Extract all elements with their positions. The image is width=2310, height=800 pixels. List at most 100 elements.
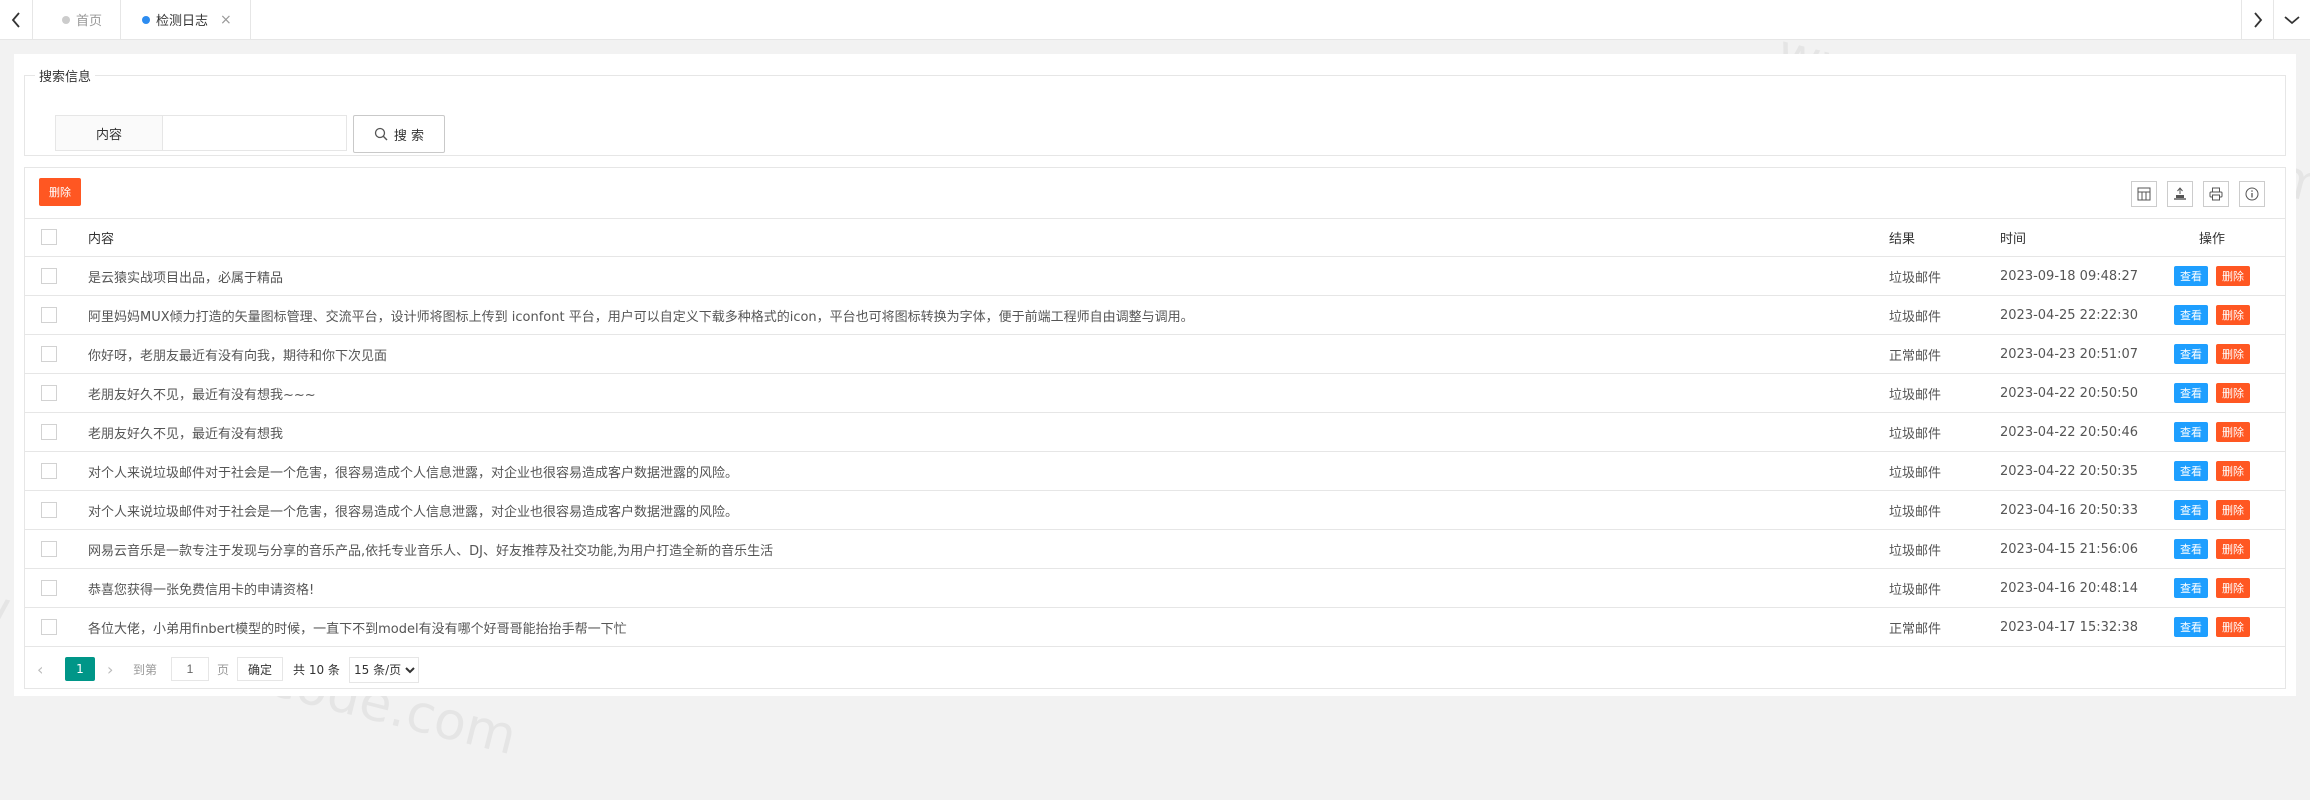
delete-button[interactable]: 删除 (2216, 461, 2250, 481)
table-row: 是云猿实战项目出品，必属于精品 垃圾邮件 2023-09-18 09:48:27 查看… (25, 257, 2285, 296)
row-checkbox[interactable] (41, 424, 57, 440)
delete-button[interactable]: 删除 (2216, 617, 2250, 637)
total-count: 共 10 条 (293, 662, 340, 677)
view-button[interactable]: 查看 (2174, 578, 2208, 598)
delete-button[interactable]: 删除 (2216, 539, 2250, 559)
delete-button[interactable]: 删除 (2216, 344, 2250, 364)
row-checkbox[interactable] (41, 307, 57, 323)
search-button-label: 搜 索 (393, 128, 425, 144)
row-result: 垃圾邮件 (1889, 270, 1942, 286)
row-time: 2023-04-22 20:50:35 (2000, 463, 2139, 479)
pagination: ‹ 1 › 到第 页 确定 共 10 条 15 条/页 (25, 646, 2285, 688)
row-time: 2023-04-23 20:51:07 (2000, 346, 2139, 362)
table-row: 对个人来说垃圾邮件对于社会是一个危害，很容易造成个人信息泄露，对企业也很容易造成… (25, 491, 2285, 530)
row-time: 2023-09-18 09:48:27 (2000, 268, 2139, 284)
view-button[interactable]: 查看 (2174, 305, 2208, 325)
row-result: 垃圾邮件 (1889, 582, 1942, 598)
view-button[interactable]: 查看 (2174, 539, 2208, 559)
view-button[interactable]: 查看 (2174, 383, 2208, 403)
table-row: 老朋友好久不见，最近有没有想我~~~ 垃圾邮件 2023-04-22 20:50:5… (25, 374, 2285, 413)
view-button[interactable]: 查看 (2174, 500, 2208, 520)
row-checkbox[interactable] (41, 268, 57, 284)
tab-home[interactable]: 首页 (48, 0, 122, 39)
row-result: 垃圾邮件 (1889, 309, 1942, 325)
row-content: 对个人来说垃圾邮件对于社会是一个危害，很容易造成个人信息泄露，对企业也很容易造成… (88, 504, 739, 520)
row-time: 2023-04-17 15:32:38 (2000, 619, 2139, 635)
view-button[interactable]: 查看 (2174, 422, 2208, 442)
batch-delete-button[interactable]: 删除 (39, 178, 81, 206)
table-row: 网易云音乐是一款专注于发现与分享的音乐产品,依托专业音乐人、DJ、好友推荐及社交… (25, 530, 2285, 569)
chevron-right-icon[interactable] (2241, 0, 2274, 39)
view-button[interactable]: 查看 (2174, 266, 2208, 286)
delete-button[interactable]: 删除 (2216, 305, 2250, 325)
view-button[interactable]: 查看 (2174, 617, 2208, 637)
select-all-checkbox[interactable] (41, 229, 57, 245)
row-content: 阿里妈妈MUX倾力打造的矢量图标管理、交流平台，设计师将图标上传到 iconfo… (88, 309, 1194, 325)
info-icon[interactable] (2239, 181, 2265, 207)
prev-page-icon[interactable]: ‹ (37, 657, 43, 681)
row-content: 恭喜您获得一张免费信用卡的申请资格! (88, 582, 315, 598)
main-panel: 搜索信息 内容 搜 索 删除 内容 结果 时间 操作 是云猿实战项目出品，必属于… (14, 54, 2296, 696)
row-time: 2023-04-25 22:22:30 (2000, 307, 2139, 323)
print-icon[interactable] (2203, 181, 2229, 207)
row-content: 网易云音乐是一款专注于发现与分享的音乐产品,依托专业音乐人、DJ、好友推荐及社交… (88, 543, 774, 559)
export-icon[interactable] (2167, 181, 2193, 207)
page-number-input[interactable] (171, 657, 209, 681)
delete-button[interactable]: 删除 (2216, 383, 2250, 403)
header-ops: 操作 (2198, 231, 2225, 247)
row-checkbox[interactable] (41, 346, 57, 362)
delete-button[interactable]: 删除 (2216, 500, 2250, 520)
row-result: 垃圾邮件 (1889, 387, 1942, 403)
delete-button[interactable]: 删除 (2216, 266, 2250, 286)
view-button[interactable]: 查看 (2174, 461, 2208, 481)
table-row: 老朋友好久不见，最近有没有想我 垃圾邮件 2023-04-22 20:50:46 查看… (25, 413, 2285, 452)
row-checkbox[interactable] (41, 619, 57, 635)
row-time: 2023-04-22 20:50:46 (2000, 424, 2139, 440)
search-legend: 搜索信息 (39, 70, 92, 85)
row-checkbox[interactable] (41, 463, 57, 479)
row-result: 垃圾邮件 (1889, 543, 1942, 559)
data-table: 删除 内容 结果 时间 操作 是云猿实战项目出品，必属于精品 垃圾邮件 2023-0… (24, 167, 2286, 689)
table-row: 对个人来说垃圾邮件对于社会是一个危害，很容易造成个人信息泄露，对企业也很容易造成… (25, 452, 2285, 491)
row-checkbox[interactable] (41, 385, 57, 401)
chevron-left-icon[interactable] (0, 0, 33, 39)
header-time: 时间 (2000, 231, 2027, 247)
goto-confirm-button[interactable]: 确定 (237, 657, 284, 681)
page-size-select[interactable]: 15 条/页 (349, 657, 419, 683)
close-icon[interactable]: × (220, 12, 232, 28)
table-header: 内容 结果 时间 操作 (25, 218, 2285, 257)
delete-button[interactable]: 删除 (2216, 578, 2250, 598)
current-page[interactable]: 1 (65, 657, 95, 681)
header-result: 结果 (1889, 231, 1916, 247)
search-button[interactable]: 搜 索 (353, 115, 445, 153)
view-button[interactable]: 查看 (2174, 344, 2208, 364)
row-checkbox[interactable] (41, 580, 57, 596)
row-result: 正常邮件 (1889, 348, 1942, 364)
row-result: 垃圾邮件 (1889, 426, 1942, 442)
row-checkbox[interactable] (41, 541, 57, 557)
row-content: 对个人来说垃圾邮件对于社会是一个危害，很容易造成个人信息泄露，对企业也很容易造成… (88, 465, 739, 481)
row-result: 垃圾邮件 (1889, 504, 1942, 520)
tab-detect-log[interactable]: 检测日志 × (128, 0, 251, 39)
table-row: 各位大佬，小弟用finbert模型的时候，一直下不到model有没有哪个好哥哥能… (25, 608, 2285, 647)
row-content: 老朋友好久不见，最近有没有想我~~~ (88, 387, 316, 403)
delete-button[interactable]: 删除 (2216, 422, 2250, 442)
tab-dot-icon (62, 15, 70, 24)
page-unit-label: 页 (217, 662, 230, 677)
columns-filter-icon[interactable] (2131, 181, 2157, 207)
row-checkbox[interactable] (41, 502, 57, 518)
search-fieldset: 搜索信息 内容 搜 索 (24, 66, 2286, 156)
table-row: 阿里妈妈MUX倾力打造的矢量图标管理、交流平台，设计师将图标上传到 iconfo… (25, 296, 2285, 335)
row-result: 正常邮件 (1889, 621, 1942, 637)
row-time: 2023-04-16 20:50:33 (2000, 502, 2139, 518)
next-page-icon[interactable]: › (107, 657, 113, 681)
table-toolbar: 删除 (25, 168, 2285, 219)
row-content: 各位大佬，小弟用finbert模型的时候，一直下不到model有没有哪个好哥哥能… (88, 621, 627, 637)
row-time: 2023-04-22 20:50:50 (2000, 385, 2139, 401)
tab-bar: 首页 检测日志 × (0, 0, 2310, 40)
row-time: 2023-04-16 20:48:14 (2000, 580, 2139, 596)
tab-label: 检测日志 (156, 14, 209, 29)
search-input[interactable] (163, 115, 347, 151)
chevron-down-icon[interactable] (2273, 0, 2310, 39)
table-row: 你好呀，老朋友最近有没有向我，期待和你下次见面 正常邮件 2023-04-23 20… (25, 335, 2285, 374)
